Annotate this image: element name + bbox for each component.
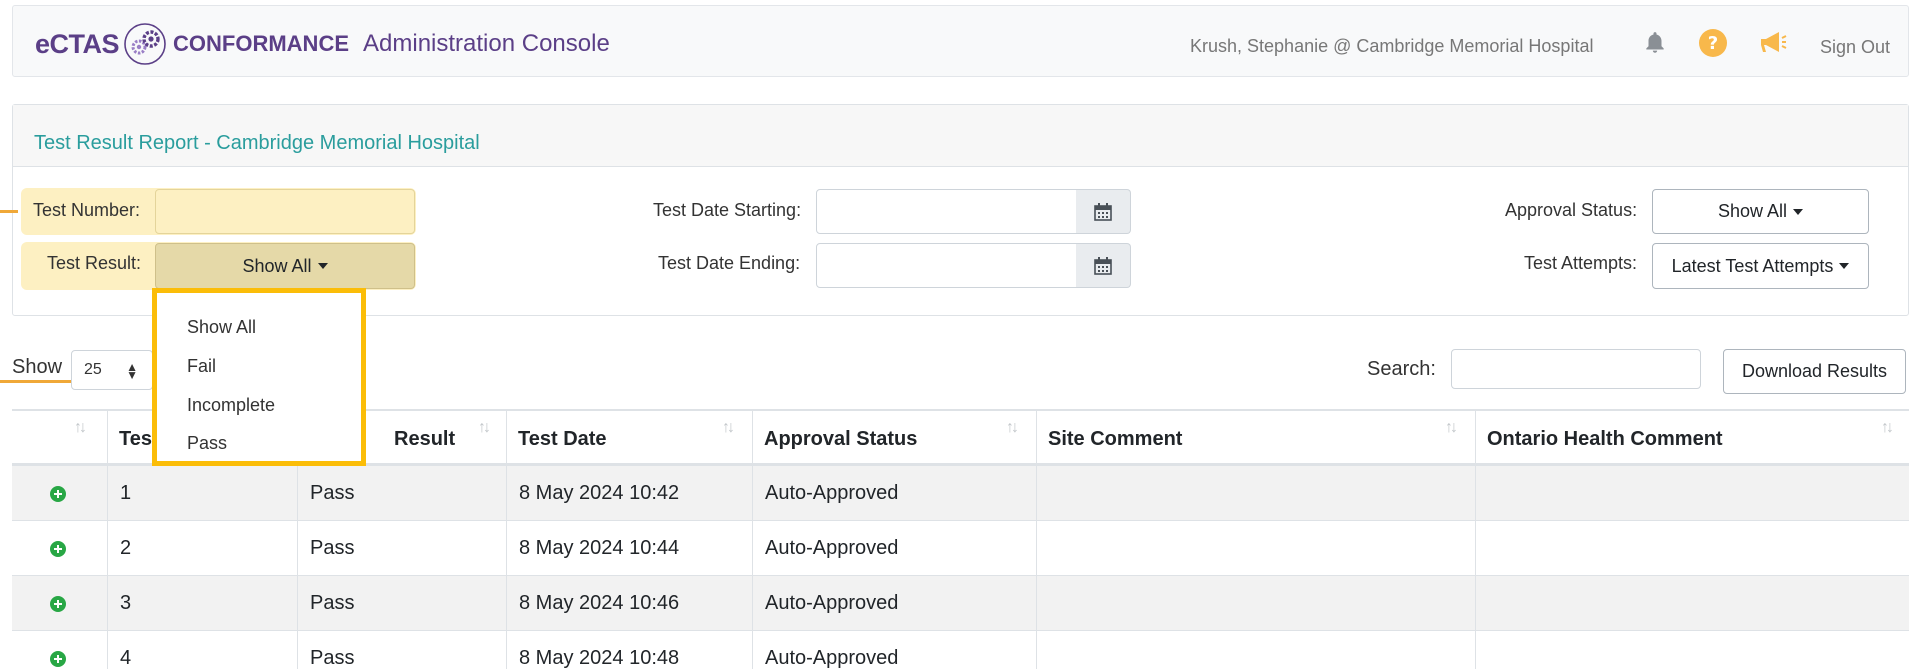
bell-icon[interactable] [1640,28,1670,58]
dropdown-option-incomplete[interactable]: Incomplete [187,395,275,416]
cell-test-date: 8 May 2024 10:42 [506,466,752,520]
cell-test-result: Pass [297,631,506,669]
cell-expand[interactable] [12,521,107,575]
col-ontario-health-comment-header[interactable]: Ontario Health Comment ↑↓ [1475,411,1909,463]
cell-test-date: 8 May 2024 10:44 [506,521,752,575]
test-result-dropdown-button[interactable]: Show All [155,243,415,289]
cell-site-comment [1036,576,1475,630]
approval-status-label: Approval Status: [1505,200,1638,220]
cell-approval-status: Auto-Approved [752,521,1036,575]
test-date-starting-label: Test Date Starting: [653,200,802,220]
cell-test-result: Pass [297,521,506,575]
test-attempts-dropdown-button[interactable]: Latest Test Attempts [1652,243,1869,289]
cell-approval-status: Auto-Approved [752,466,1036,520]
test-result-dropdown-menu: Show All Fail Incomplete Pass [152,288,366,466]
cell-test-result: Pass [297,466,506,520]
navbar: eCTAS CONFORMANCE Administration Console… [12,5,1909,77]
calendar-start-button[interactable] [1076,189,1131,234]
cell-test-number: 4 [107,631,297,669]
brand-ectas-text: eCTAS [35,28,120,59]
cell-test-date: 8 May 2024 10:46 [506,576,752,630]
sort-icon: ↑↓ [74,419,87,436]
test-attempts-label: Test Attempts: [1524,253,1638,273]
test-result-value: Show All [242,255,312,276]
svg-text:?: ? [1708,33,1718,54]
console-title: Administration Console [363,30,610,57]
col-site-comment-header[interactable]: Site Comment ↑↓ [1036,411,1475,463]
dropdown-option-fail[interactable]: Fail [187,356,216,377]
test-number-label: Test Number: [33,200,141,220]
brand-conformance-text: CONFORMANCE [173,31,350,56]
user-info: Krush, Stephanie @ Cambridge Memorial Ho… [1190,36,1594,56]
table-row: 4 Pass 8 May 2024 10:48 Auto-Approved [12,631,1909,669]
sort-icon: ↑↓ [722,419,735,436]
test-number-input[interactable] [155,189,415,234]
expand-plus-icon[interactable] [49,485,67,503]
cell-site-comment [1036,466,1475,520]
col-expand-header[interactable]: ↑↓ [12,411,107,463]
sort-icon: ↑↓ [1006,419,1019,436]
dropdown-option-show-all[interactable]: Show All [187,317,256,338]
sort-updown-icon: ▲ ▼ [126,360,138,382]
search-label: Search: [1367,358,1436,380]
test-attempts-value: Latest Test Attempts [1671,255,1834,276]
cell-expand[interactable] [12,466,107,520]
cell-ontario-health-comment [1475,521,1909,575]
calendar-end-button[interactable] [1076,243,1131,288]
table-row: 1 Pass 8 May 2024 10:42 Auto-Approved [12,466,1909,521]
sort-icon: ↑↓ [1445,419,1458,436]
gears-logo-icon [124,23,166,65]
dropdown-option-pass[interactable]: Pass [187,433,227,454]
show-entries-label: Show [12,356,63,378]
help-icon[interactable]: ? [1698,28,1728,58]
table-row: 2 Pass 8 May 2024 10:44 Auto-Approved [12,521,1909,576]
expand-plus-icon[interactable] [49,540,67,558]
expand-plus-icon[interactable] [49,595,67,613]
cell-test-date: 8 May 2024 10:48 [506,631,752,669]
sort-icon: ↑↓ [1881,419,1894,436]
annotation-line-top [0,210,18,213]
sort-icon: ↑↓ [478,419,491,436]
card-header: Test Result Report - Cambridge Memorial … [13,105,1908,167]
download-results-button[interactable]: Download Results [1723,349,1906,394]
cell-expand[interactable] [12,631,107,669]
page-size-value: 25 [84,361,102,378]
expand-plus-icon[interactable] [49,650,67,668]
calendar-icon [1094,202,1112,221]
cell-test-result: Pass [297,576,506,630]
cell-ontario-health-comment [1475,576,1909,630]
col-test-date-header[interactable]: Test Date ↑↓ [506,411,752,463]
cell-site-comment [1036,521,1475,575]
test-date-ending-label: Test Date Ending: [658,253,801,273]
test-result-label: Test Result: [47,253,142,273]
page-size-select[interactable]: 25 ▲ ▼ [71,350,153,390]
cell-test-number: 2 [107,521,297,575]
cell-test-number: 3 [107,576,297,630]
cell-expand[interactable] [12,576,107,630]
cell-approval-status: Auto-Approved [752,631,1036,669]
table-row: 3 Pass 8 May 2024 10:46 Auto-Approved [12,576,1909,631]
calendar-icon [1094,256,1112,275]
search-input[interactable] [1451,349,1701,389]
cell-ontario-health-comment [1475,631,1909,669]
approval-status-dropdown-button[interactable]: Show All [1652,189,1869,234]
cell-site-comment [1036,631,1475,669]
report-title: Test Result Report - Cambridge Memorial … [34,132,480,154]
cell-approval-status: Auto-Approved [752,576,1036,630]
brand-logo[interactable]: eCTAS CONFORMANCE Administration Console [35,23,610,65]
sign-out-link[interactable]: Sign Out [1820,37,1890,58]
cell-ontario-health-comment [1475,466,1909,520]
test-date-starting-input[interactable] [816,189,1078,234]
caret-down-icon [1839,263,1850,269]
caret-down-icon [317,263,328,269]
test-date-ending-input[interactable] [816,243,1078,288]
megaphone-icon[interactable] [1758,28,1788,58]
caret-down-icon [1793,208,1804,215]
cell-test-number: 1 [107,466,297,520]
col-approval-status-header[interactable]: Approval Status ↑↓ [752,411,1036,463]
approval-status-value: Show All [1717,201,1788,221]
